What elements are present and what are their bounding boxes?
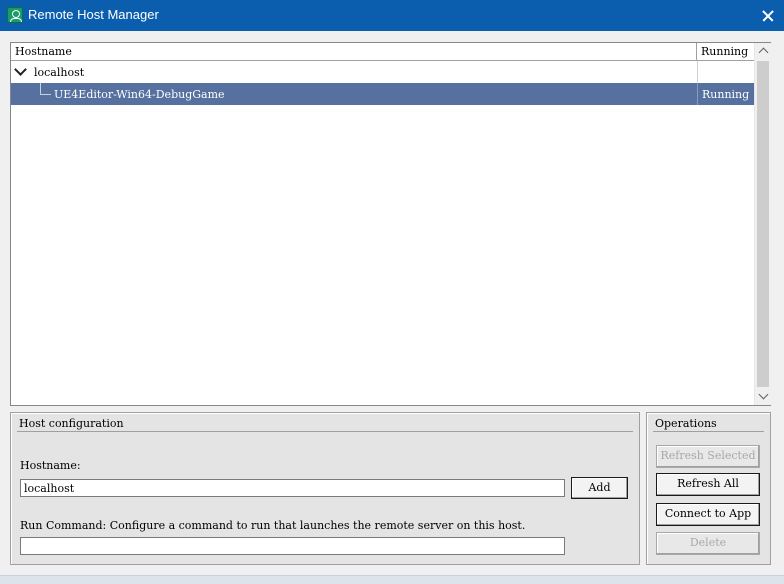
tree-row-host[interactable]: localhost xyxy=(11,61,755,83)
group-title: Host configuration xyxy=(19,417,124,430)
group-title: Operations xyxy=(655,417,717,430)
close-icon[interactable] xyxy=(750,0,784,31)
group-divider xyxy=(653,431,764,432)
hostname-field[interactable] xyxy=(20,479,565,497)
tree-connector-line xyxy=(40,83,51,95)
chevron-down-icon[interactable] xyxy=(14,63,27,76)
column-header-running[interactable]: Running xyxy=(697,43,755,60)
scroll-up-icon[interactable] xyxy=(755,43,772,60)
tree-header: Hostname Running xyxy=(11,43,755,61)
window-title: Remote Host Manager xyxy=(28,7,159,22)
vertical-scrollbar[interactable] xyxy=(754,43,771,405)
refresh-all-button[interactable]: Refresh All xyxy=(656,473,760,496)
host-label: localhost xyxy=(34,66,85,79)
app-label: UE4Editor-Win64-DebugGame xyxy=(54,88,225,101)
column-divider xyxy=(697,83,698,105)
scroll-down-icon[interactable] xyxy=(755,388,772,405)
app-user-icon xyxy=(7,7,23,23)
connect-to-app-button[interactable]: Connect to App xyxy=(656,503,760,526)
host-tree[interactable]: Hostname Running localhost UE4Editor-Win… xyxy=(10,42,771,406)
refresh-selected-button[interactable]: Refresh Selected xyxy=(656,445,760,468)
add-button[interactable]: Add xyxy=(571,477,628,499)
column-header-hostname[interactable]: Hostname xyxy=(11,43,697,60)
title-bar: Remote Host Manager xyxy=(0,0,784,31)
running-status: Running xyxy=(702,88,750,101)
group-divider xyxy=(17,431,633,432)
window-bottom-edge xyxy=(0,575,784,584)
delete-button[interactable]: Delete xyxy=(656,532,760,555)
column-divider xyxy=(697,61,698,83)
tree-row-app[interactable]: UE4Editor-Win64-DebugGame Running xyxy=(11,83,755,105)
scroll-thumb[interactable] xyxy=(757,61,769,387)
operations-group: Operations Refresh Selected Refresh All … xyxy=(646,412,771,565)
host-configuration-group: Host configuration Hostname: Add Run Com… xyxy=(10,412,640,565)
run-command-label: Run Command: Configure a command to run … xyxy=(20,519,526,532)
hostname-label: Hostname: xyxy=(20,459,81,472)
run-command-field[interactable] xyxy=(20,537,565,555)
